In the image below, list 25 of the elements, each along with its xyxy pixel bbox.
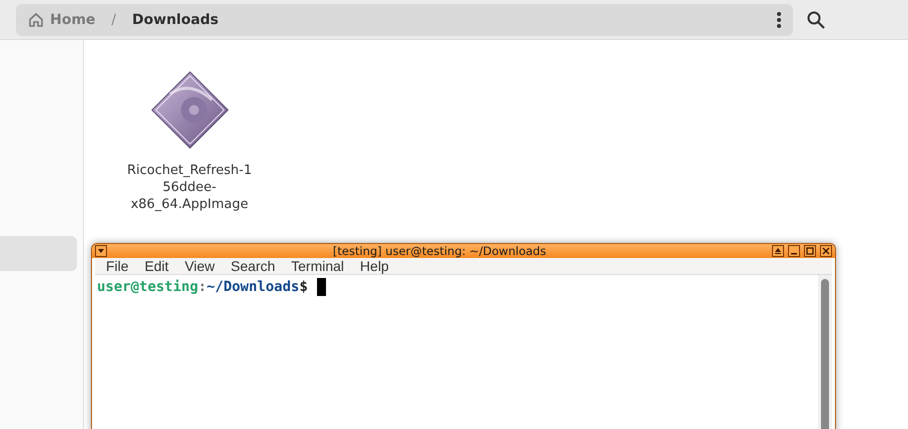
close-icon[interactable] <box>820 245 832 257</box>
window-menu-icon[interactable] <box>95 245 107 257</box>
shade-icon[interactable] <box>772 245 784 257</box>
search-icon[interactable] <box>807 10 825 28</box>
menu-icon[interactable] <box>777 12 781 28</box>
home-icon <box>28 12 44 28</box>
prompt-text: ~/Downloads <box>206 279 300 295</box>
prompt-text: user@testing <box>97 279 198 295</box>
text-cursor <box>316 278 326 296</box>
menu-item[interactable]: Edit <box>136 258 177 274</box>
menu-item[interactable]: View <box>176 258 223 274</box>
prompt-text: $ <box>299 279 308 295</box>
menu-item[interactable]: Help <box>352 258 397 274</box>
scrollbar[interactable] <box>818 275 832 429</box>
maximize-icon[interactable] <box>804 245 816 257</box>
prompt-text: : <box>198 279 207 295</box>
minimize-icon[interactable] <box>788 245 800 257</box>
file-name: Ricochet_Refresh-1 56ddee- x86_64.AppImage <box>127 162 252 213</box>
path-crumb[interactable]: Downloads <box>132 12 218 28</box>
menu-item[interactable]: Search <box>222 258 284 274</box>
window-title: [testing] user@testing: ~/Downloads <box>332 244 548 258</box>
package-icon[interactable] <box>150 70 230 150</box>
path-separator: / <box>111 12 116 28</box>
menu-item[interactable]: Terminal <box>283 258 352 274</box>
menu-item[interactable]: File <box>98 258 137 274</box>
